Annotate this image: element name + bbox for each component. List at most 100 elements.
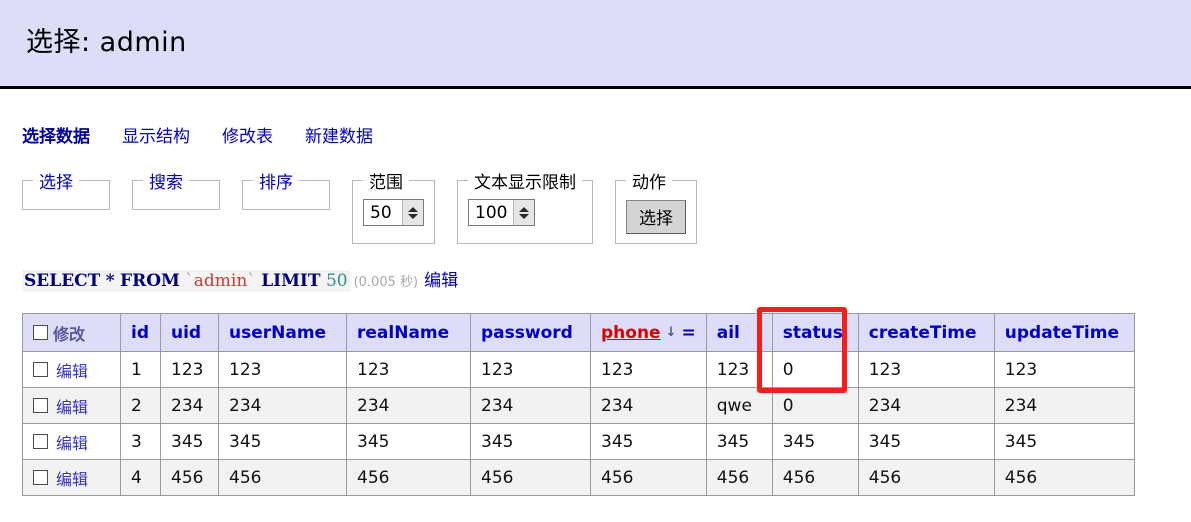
row-edit-link[interactable]: 编辑 (56, 430, 88, 454)
header-cell-uid[interactable]: uid (160, 313, 219, 352)
text-length-input[interactable]: 100 (469, 200, 513, 225)
spinner-up-icon[interactable] (519, 206, 530, 212)
table-head: 修改 id uid userName realName password pho… (22, 313, 1135, 352)
cell-status: 0 (771, 387, 859, 424)
cell-value: 1 (131, 359, 142, 380)
cell-value: 345 (782, 431, 816, 452)
cell-value: 123 (229, 359, 262, 380)
tab-alter-table[interactable]: 修改表 (222, 122, 273, 147)
header-cell-updatetime[interactable]: updateTime (993, 313, 1135, 352)
sql-limit-value: 50 (325, 271, 348, 291)
row-checkbox[interactable] (33, 434, 48, 449)
cell-value: 456 (229, 467, 262, 488)
header-cell-status[interactable]: status (771, 313, 859, 352)
header-cell-realname[interactable]: realName (346, 313, 471, 352)
column-filter-equals-icon[interactable]: = (682, 323, 696, 343)
cell-phone: 123 (590, 351, 707, 388)
sql-edit-link[interactable]: 编辑 (424, 271, 458, 291)
header-cell-modify: 修改 (22, 313, 121, 352)
column-link-realname[interactable]: realName (357, 323, 449, 343)
header-cell-id[interactable]: id (120, 313, 161, 352)
tab-navigation: 选择数据 显示结构 修改表 新建数据 (22, 122, 405, 147)
column-link-updatetime[interactable]: updateTime (1005, 323, 1119, 343)
column-link-createtime[interactable]: createTime (869, 323, 977, 343)
row-select-cell: 编辑 (22, 459, 121, 496)
column-link-uid[interactable]: uid (171, 323, 201, 343)
row-select-cell: 编辑 (22, 351, 121, 388)
sql-keyword-from: FROM (120, 271, 180, 291)
cell-id: 1 (120, 351, 161, 388)
fieldset-sort-legend[interactable]: 排序 (253, 168, 299, 193)
fieldset-select-legend[interactable]: 选择 (33, 168, 79, 193)
results-table: 修改 id uid userName realName password pho… (22, 313, 1135, 496)
limit-spinner[interactable] (402, 200, 423, 225)
cell-value: 345 (1004, 431, 1038, 452)
cell-createtime: 123 (857, 351, 995, 388)
cell-value: 345 (716, 431, 750, 452)
row-edit-link[interactable]: 编辑 (56, 466, 88, 490)
row-edit-link[interactable]: 编辑 (56, 358, 88, 382)
row-checkbox[interactable] (33, 362, 48, 377)
fieldset-select: 选择 (22, 168, 110, 210)
sql-backtick-open: ` (185, 271, 194, 291)
select-all-checkbox[interactable] (33, 325, 48, 340)
cell-value: 234 (357, 395, 390, 416)
page-title: 选择: admin (26, 27, 187, 58)
cell-createtime: 234 (857, 387, 995, 424)
cell-value: 2 (131, 395, 142, 416)
cell-createtime: 345 (857, 423, 995, 460)
query-controls: 选择 搜索 排序 范围 50 文本显示限制 100 动作 选择 (22, 168, 719, 244)
cell-value: 0 (782, 395, 794, 416)
spinner-down-icon[interactable] (519, 213, 530, 219)
cell-value: qwe (716, 395, 752, 416)
cell-username: 234 (218, 387, 347, 424)
cell-value: 345 (229, 431, 262, 452)
tab-show-structure[interactable]: 显示结构 (122, 122, 190, 147)
cell-value: 234 (1004, 395, 1038, 416)
fieldset-range-legend: 范围 (369, 173, 403, 193)
cell-realname: 345 (346, 423, 471, 460)
column-link-id[interactable]: id (131, 323, 149, 343)
cell-status: 345 (771, 423, 859, 460)
cell-value: 456 (357, 467, 390, 488)
column-link-phone[interactable]: phone (601, 323, 661, 343)
header-cell-createtime[interactable]: createTime (857, 313, 995, 352)
select-submit-button[interactable]: 选择 (626, 200, 686, 234)
limit-input[interactable]: 50 (364, 200, 402, 225)
cell-value: 456 (481, 467, 514, 488)
text-length-input-wrapper[interactable]: 100 (468, 199, 536, 226)
tab-new-item[interactable]: 新建数据 (305, 122, 373, 147)
limit-input-wrapper[interactable]: 50 (363, 199, 424, 226)
spinner-down-icon[interactable] (408, 213, 418, 219)
header-cell-password[interactable]: password (470, 313, 591, 352)
sql-star: * (105, 271, 115, 291)
column-link-email[interactable]: ail (717, 323, 740, 343)
column-link-status[interactable]: status (783, 323, 843, 343)
row-checkbox[interactable] (33, 470, 48, 485)
cell-email: 456 (705, 459, 773, 496)
cell-value: 345 (481, 431, 514, 452)
tab-select-data[interactable]: 选择数据 (22, 122, 90, 147)
spinner-up-icon[interactable] (408, 206, 418, 212)
fieldset-text-length: 文本显示限制 100 (457, 168, 593, 244)
header-cell-phone[interactable]: phone ↓ = (590, 313, 707, 352)
cell-value: 123 (481, 359, 514, 380)
cell-value: 123 (716, 359, 750, 380)
text-length-spinner[interactable] (513, 200, 535, 225)
header-cell-username[interactable]: userName (218, 313, 347, 352)
header-modify-label: 修改 (53, 324, 86, 344)
fieldset-search-legend[interactable]: 搜索 (143, 168, 189, 193)
cell-password: 345 (470, 423, 591, 460)
header-cell-email[interactable]: ail (705, 313, 773, 352)
cell-value: 123 (868, 359, 902, 380)
cell-value: 345 (868, 431, 902, 452)
row-checkbox[interactable] (33, 398, 48, 413)
column-link-password[interactable]: password (481, 323, 573, 343)
cell-email: qwe (705, 387, 773, 424)
cell-value: 234 (601, 395, 634, 416)
sort-descending-icon[interactable]: ↓ (666, 325, 677, 340)
page-header-band: 选择: admin (0, 0, 1191, 89)
row-select-cell: 编辑 (22, 387, 121, 424)
row-edit-link[interactable]: 编辑 (56, 394, 88, 418)
column-link-username[interactable]: userName (229, 323, 326, 343)
